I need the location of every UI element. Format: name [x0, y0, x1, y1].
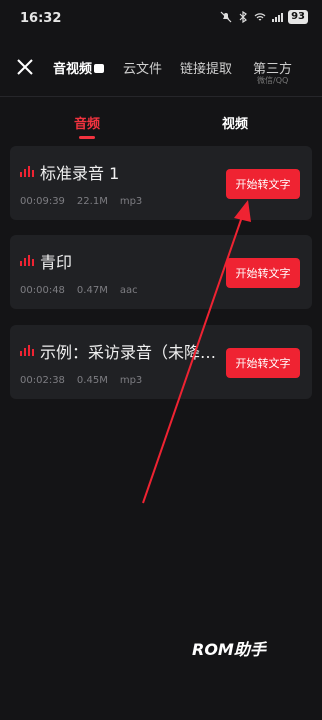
wifi-icon [254, 13, 266, 21]
tab-cloud-files[interactable]: 云文件 [123, 58, 162, 77]
close-icon[interactable] [14, 56, 36, 78]
status-icons: 93 [220, 10, 308, 24]
file-meta: 00:00:48 0.47M aac [20, 285, 138, 296]
signal-icon [272, 13, 284, 22]
file-card[interactable]: 标准录音 1 00:09:39 22.1M mp3 开始转文字 [10, 146, 312, 220]
file-size: 0.45M [76, 375, 108, 386]
file-duration: 00:00:48 [20, 285, 65, 296]
top-nav: 音视频 云文件 链接提取 第三方 微信/QQ [0, 46, 322, 90]
segment-tab-video[interactable]: 视频 [222, 113, 248, 132]
file-meta: 00:09:39 22.1M mp3 [20, 196, 142, 207]
audio-wave-icon [20, 166, 34, 177]
start-transcribe-button[interactable]: 开始转文字 [226, 258, 300, 288]
file-name: 标准录音 1 [40, 164, 120, 183]
dropdown-badge-icon [94, 64, 105, 73]
watermark: ROM助手 [192, 640, 266, 659]
file-duration: 00:02:38 [20, 375, 65, 386]
file-size: 0.47M [76, 285, 108, 296]
nav-divider [0, 96, 322, 97]
file-card[interactable]: 示例：采访录音（未降… 00:02:38 0.45M mp3 开始转文字 [10, 325, 312, 399]
file-size: 22.1M [76, 196, 108, 207]
file-name: 示例：采访录音（未降… [40, 343, 217, 362]
active-tab-indicator [79, 136, 95, 139]
status-time: 16:32 [20, 11, 62, 26]
tab-audio-video[interactable]: 音视频 [53, 58, 105, 77]
file-format: mp3 [119, 196, 143, 207]
file-format: aac [119, 285, 138, 296]
status-bar: 16:32 93 [0, 0, 322, 36]
file-duration: 00:09:39 [20, 196, 65, 207]
start-transcribe-button[interactable]: 开始转文字 [226, 169, 300, 199]
file-card[interactable]: 青印 00:00:48 0.47M aac 开始转文字 [10, 235, 312, 309]
start-transcribe-button[interactable]: 开始转文字 [226, 348, 300, 378]
bluetooth-icon [239, 11, 248, 23]
file-meta: 00:02:38 0.45M mp3 [20, 375, 142, 386]
mute-icon [220, 11, 232, 23]
battery-indicator: 93 [288, 10, 308, 24]
audio-wave-icon [20, 255, 34, 266]
tab-third-party-sub: 微信/QQ [257, 76, 289, 85]
tab-link-extract[interactable]: 链接提取 [180, 58, 232, 77]
file-name: 青印 [40, 253, 73, 272]
file-format: mp3 [119, 375, 143, 386]
segment-tab-audio[interactable]: 音频 [74, 113, 100, 132]
audio-wave-icon [20, 345, 34, 356]
